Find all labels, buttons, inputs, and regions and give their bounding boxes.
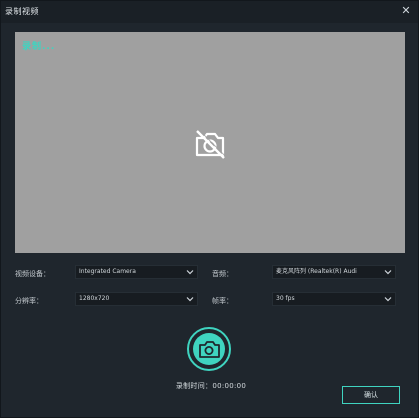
framerate-select[interactable]: 30 fps <box>272 292 396 306</box>
camera-select-value: Integrated Camera <box>79 268 136 275</box>
framerate-label: 帧率： <box>212 297 233 305</box>
chevron-down-icon <box>186 297 194 302</box>
camera-off-icon <box>195 129 226 159</box>
framerate-select-value: 30 fps <box>276 295 295 302</box>
record-button[interactable] <box>187 327 231 371</box>
resolution-select[interactable]: 1280x720 <box>75 292 198 306</box>
audio-label: 音频： <box>212 270 233 278</box>
camera-icon <box>199 341 220 358</box>
title-bar: 录制视频 ✕ <box>1 1 418 23</box>
recording-status: 录制... <box>22 42 56 52</box>
record-video-dialog: 录制视频 ✕ 录制... 视频设备： Integrated Camera 音频：… <box>0 0 419 418</box>
confirm-button[interactable]: 确认 <box>342 386 400 404</box>
audio-select-value: 麦克风阵列 (Realtek(R) Audi <box>276 268 357 275</box>
audio-select[interactable]: 麦克风阵列 (Realtek(R) Audi <box>272 265 396 279</box>
resolution-label: 分辨率： <box>15 297 43 305</box>
recording-time: 录制时间：00:00:00 <box>175 382 247 390</box>
close-icon[interactable]: ✕ <box>400 5 412 17</box>
resolution-select-value: 1280x720 <box>79 295 110 302</box>
camera-select[interactable]: Integrated Camera <box>75 265 198 279</box>
chevron-down-icon <box>186 270 194 275</box>
camera-preview: 录制... <box>15 32 405 253</box>
camera-label: 视频设备： <box>15 270 50 278</box>
chevron-down-icon <box>384 270 392 275</box>
chevron-down-icon <box>384 297 392 302</box>
window-title: 录制视频 <box>5 7 39 16</box>
